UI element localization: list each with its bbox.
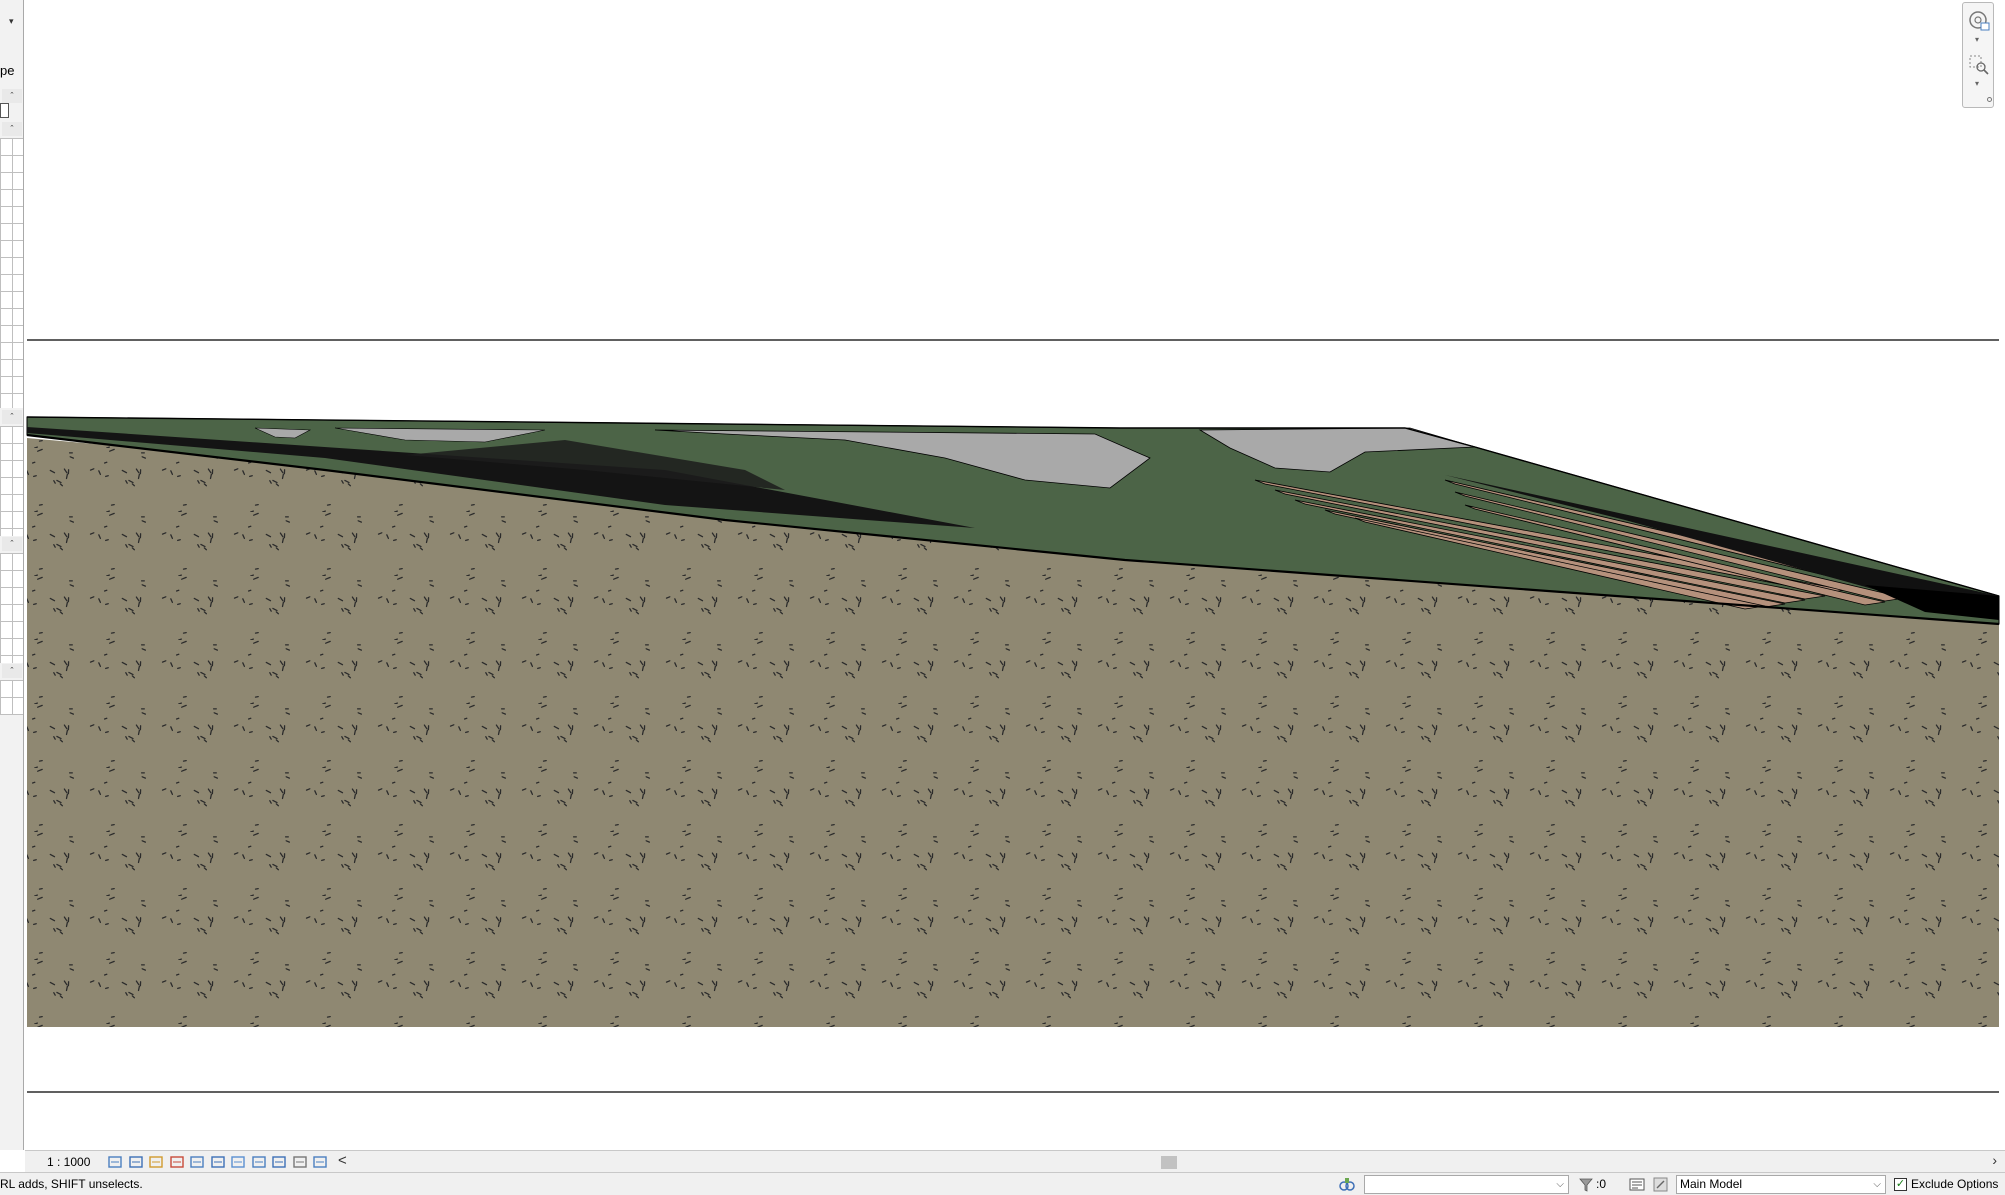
lock-view-icon[interactable] [271,1155,287,1169]
view-bar-collapse-icon[interactable]: < [338,1152,347,1169]
steering-wheel-icon[interactable] [1967,9,1991,33]
highlight-displacement-icon[interactable] [312,1155,328,1169]
scroll-right-arrow[interactable]: › [1992,1152,1997,1168]
filter-icon[interactable] [1577,1176,1595,1193]
detail-level-icon[interactable] [107,1155,123,1169]
exclude-options-checkbox[interactable]: ✓ [1894,1178,1907,1191]
zoom-dropdown-icon[interactable]: ▾ [1975,79,1979,88]
property-edit-box[interactable] [0,103,9,118]
horizontal-scrollbar-thumb[interactable] [1161,1156,1177,1169]
property-grid[interactable] [0,426,23,536]
select-links-icon[interactable] [1652,1176,1670,1193]
drawing-area[interactable] [25,0,2005,1150]
shadows-icon[interactable] [169,1155,185,1169]
selection-counter: :0 [1596,1177,1607,1191]
collapse-icon[interactable]: ˆ [2,410,22,424]
analysis-display-icon[interactable] [292,1155,308,1169]
exclude-options-label: Exclude Options [1911,1177,1999,1191]
collapse-icon[interactable]: ˆ [2,89,22,103]
section-view[interactable] [25,0,2005,1150]
collapse-icon[interactable]: ˆ [2,664,22,678]
type-selector-label: pe [0,63,15,78]
status-bar: RL adds, SHIFT unselects. ⌵ :0 Main Mode… [0,1172,2005,1195]
model-option-combo[interactable]: Main Model ⌵ [1676,1175,1886,1194]
temporary-hide-icon[interactable] [230,1155,246,1169]
nav-options-icon[interactable] [1987,97,1992,102]
property-grid[interactable] [0,680,23,715]
navigation-bar: ▾ ▾ [1962,2,1994,108]
reveal-hidden-icon[interactable] [251,1155,267,1169]
editable-only-icon[interactable] [1628,1176,1646,1193]
revit-window: ▾ pe ˆ ˆ ˆ ˆ ˆ ▾ ▾ 1: 1000 < › RL adds,… [0,0,2005,1195]
property-grid[interactable] [0,138,23,408]
view-scale[interactable]: 1 : 1000 [47,1155,90,1169]
property-grid[interactable] [0,553,23,663]
properties-panel: ▾ pe ˆ ˆ ˆ ˆ ˆ [0,0,24,1150]
visual-style-icon[interactable] [128,1155,144,1169]
sun-path-icon[interactable] [148,1155,164,1169]
crop-view-icon[interactable] [189,1155,205,1169]
nav-dropdown-icon[interactable]: ▾ [1975,35,1979,44]
collapse-icon[interactable]: ˆ [2,537,22,551]
show-crop-icon[interactable] [210,1155,226,1169]
zoom-region-icon[interactable] [1967,53,1991,77]
view-control-bar: 1 : 1000 < › [25,1150,2005,1172]
design-option-combo[interactable]: ⌵ [1364,1175,1569,1194]
worksets-icon[interactable] [1338,1176,1356,1193]
type-selector-dropdown-icon[interactable]: ▾ [9,16,14,27]
status-message: RL adds, SHIFT unselects. [0,1177,143,1191]
collapse-icon[interactable]: ˆ [2,122,22,136]
